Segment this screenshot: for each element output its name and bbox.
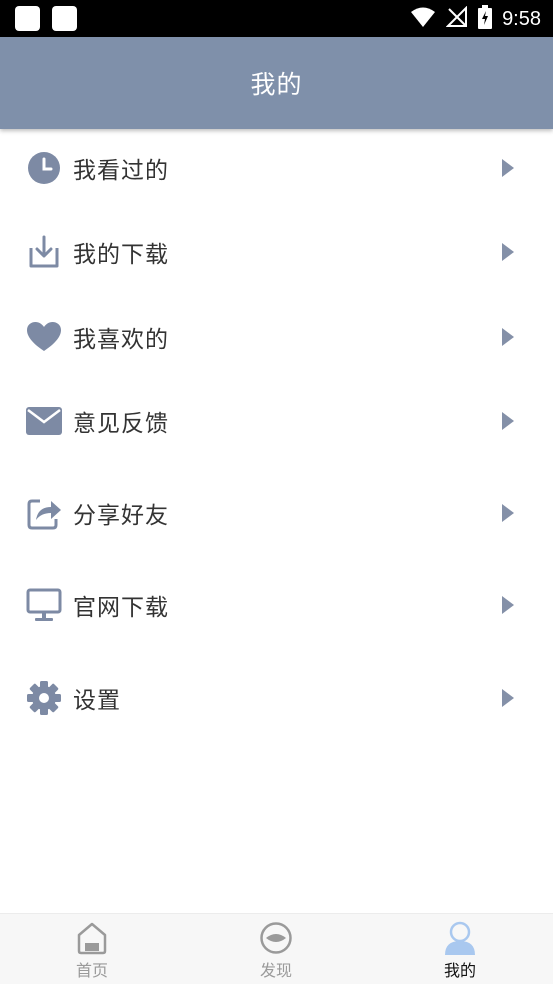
menu-item-downloads[interactable]: 我的下载 [0,217,553,287]
notification-icons [15,6,77,31]
menu-item-share[interactable]: 分享好友 [0,478,553,548]
chevron-right-icon [500,158,516,178]
menu-item-label: 我喜欢的 [73,327,169,353]
home-icon [75,921,109,955]
app-header: 我的 [0,37,553,129]
chevron-right-icon [500,595,516,615]
discover-icon [259,921,293,955]
notification-icon [52,6,77,31]
no-signal-icon [445,5,468,32]
menu-item-label: 分享好友 [73,503,169,529]
clock-icon [26,150,62,186]
menu-item-label: 官网下载 [73,595,169,621]
status-time: 9:58 [502,7,541,30]
menu-item-label: 我看过的 [73,158,169,184]
menu-item-history[interactable]: 我看过的 [0,133,553,203]
notification-icon [15,6,40,31]
chevron-right-icon [500,411,516,431]
tab-discover[interactable]: 发现 [184,914,368,984]
monitor-icon [26,587,62,623]
gear-icon [26,680,62,716]
tab-home[interactable]: 首页 [0,914,184,984]
chevron-right-icon [500,503,516,523]
chevron-right-icon [500,242,516,262]
chevron-right-icon [500,327,516,347]
tab-label: 首页 [75,961,108,980]
profile-icon [443,921,477,955]
download-icon [26,234,62,270]
tab-label: 发现 [259,961,292,980]
wifi-icon [410,6,436,32]
status-indicators: 9:58 [410,5,541,33]
tab-profile[interactable]: 我的 [368,914,552,984]
tab-label: 我的 [443,961,476,980]
menu-item-label: 我的下载 [73,242,169,268]
page-title: 我的 [250,70,303,99]
menu-item-label: 设置 [73,688,121,714]
status-bar: 9:58 [0,0,553,37]
chevron-right-icon [500,688,516,708]
menu-item-settings[interactable]: 设置 [0,663,553,733]
menu-item-feedback[interactable]: 意见反馈 [0,386,553,456]
menu-item-website-download[interactable]: 官网下载 [0,570,553,640]
bottom-tab-bar: 首页 发现 我的 [0,913,553,984]
menu-item-favorites[interactable]: 我喜欢的 [0,302,553,372]
envelope-icon [26,403,62,439]
battery-icon [478,5,493,33]
heart-icon [26,319,62,355]
menu-item-label: 意见反馈 [73,411,169,437]
share-icon [26,495,62,531]
